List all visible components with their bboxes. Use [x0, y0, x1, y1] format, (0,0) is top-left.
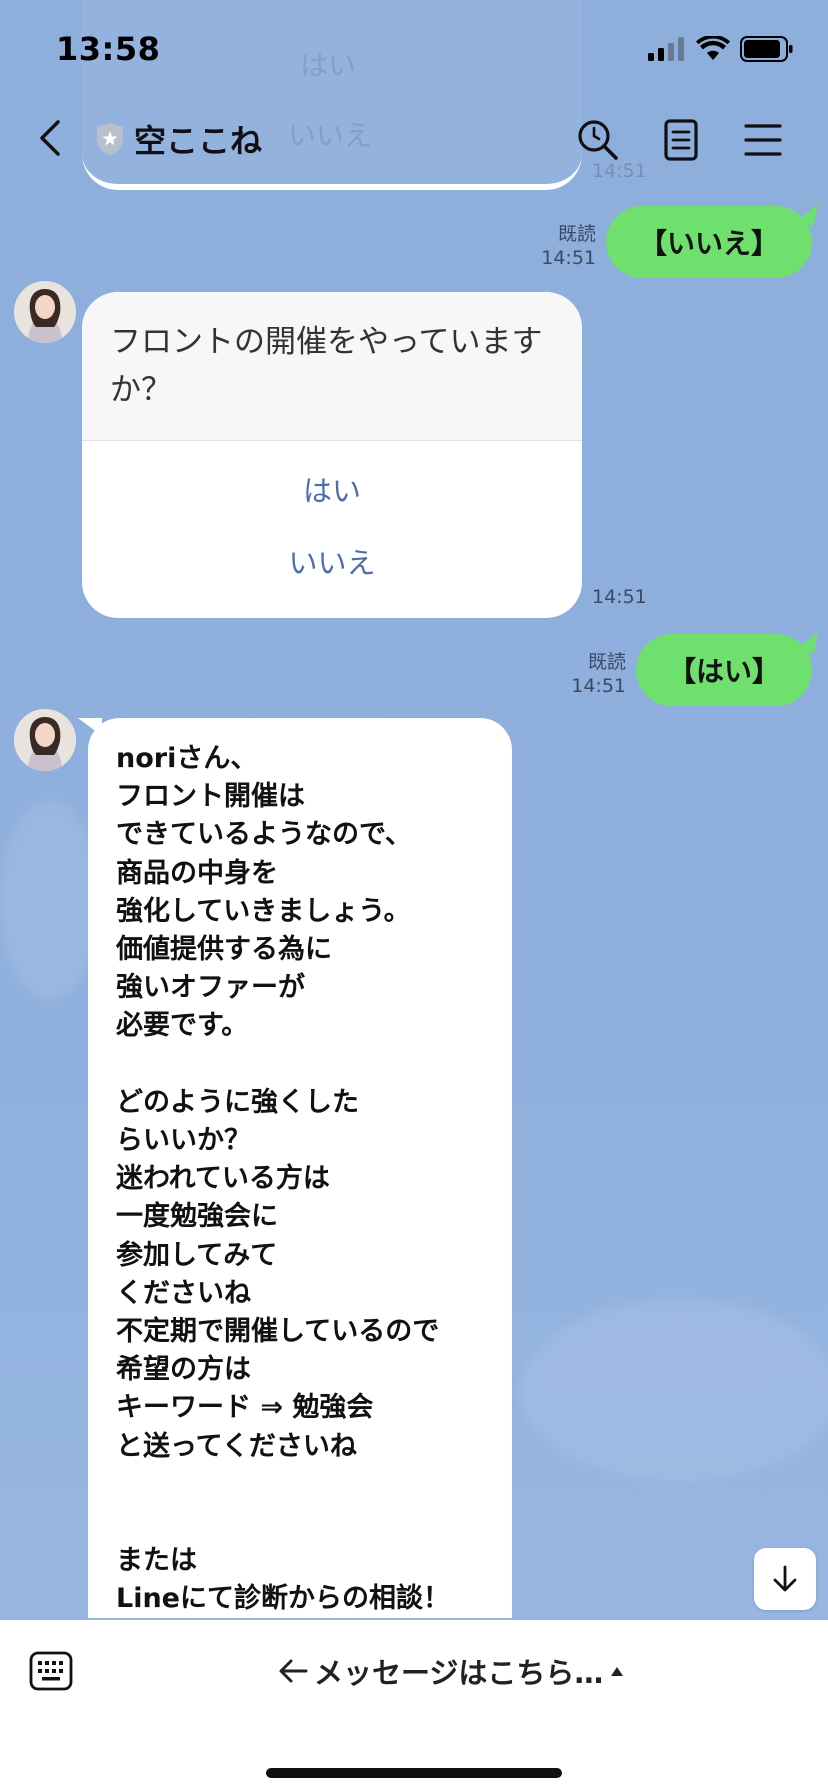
search-icon — [578, 120, 618, 160]
message-text-line: noriさん、 — [116, 743, 258, 774]
outgoing-bubble[interactable]: 【はい】 — [636, 634, 812, 706]
message-text-line: どのように強くした — [116, 1086, 359, 1118]
message-text-line: 迷われている方は — [116, 1163, 330, 1195]
keyboard-button[interactable] — [28, 1648, 74, 1694]
search-button[interactable] — [574, 116, 622, 164]
read-receipt: 既読 — [557, 223, 596, 245]
chat-title: 空ここね — [134, 122, 263, 160]
outgoing-bubble[interactable]: 【いいえ】 — [606, 206, 812, 278]
message-text-line: 価値提供する為に — [116, 934, 332, 966]
message-text-line: らいいか？ — [116, 1125, 251, 1157]
message-text-line: 強いオファーが — [116, 972, 305, 1004]
background-cloud — [0, 800, 100, 1000]
chat-header: 空ここね — [0, 96, 828, 186]
read-receipt: 既読 — [587, 651, 626, 673]
card-question: フロントの開催をやっていますか？ — [82, 292, 582, 441]
message-text: 【いいえ】 — [638, 227, 779, 260]
message-text-line: 不定期で開催しているので — [116, 1316, 440, 1348]
menu-icon — [744, 124, 782, 156]
message-text-line: 希望の方は — [116, 1354, 251, 1386]
home-indicator — [266, 1768, 562, 1778]
message-time: 14:51 — [541, 247, 596, 269]
rich-menu-toggle[interactable]: メッセージはこちら… — [278, 1650, 625, 1692]
rich-menu-label: メッセージはこちら… — [314, 1656, 604, 1690]
avatar-portrait-icon — [14, 709, 76, 771]
message-text-line: 参加してみて — [116, 1239, 278, 1271]
message-text-line: または — [116, 1545, 197, 1577]
back-icon — [40, 120, 60, 156]
chat-title-area[interactable]: 空ここね — [94, 116, 262, 162]
menu-button[interactable] — [740, 116, 788, 164]
message-text-line: と送ってくださいね — [116, 1430, 357, 1462]
bottom-menu-bar: メッセージはこちら… — [0, 1620, 828, 1792]
keyboard-icon — [29, 1651, 73, 1691]
arrow-down-icon — [773, 1565, 797, 1592]
message-text-line: 必要です。 — [116, 1010, 249, 1042]
message-text-line: 一度勉強会に — [116, 1201, 278, 1233]
notes-button[interactable] — [658, 116, 706, 164]
avatar[interactable] — [14, 281, 76, 343]
shield-star-icon — [97, 123, 123, 155]
note-icon — [664, 119, 698, 161]
chat-screen: はい いいえ 14:51 13:58 空ここね 既読 14:51 【いいえ】 フ… — [0, 0, 828, 1792]
message-text-line: できているようなので、 — [116, 819, 412, 851]
signal-icon — [648, 37, 684, 61]
message-text-line — [116, 1046, 484, 1084]
message-time: 14:51 — [571, 675, 626, 697]
wifi-icon — [696, 36, 730, 60]
arrow-left-icon — [279, 1659, 308, 1683]
message-meta: 既読 14:51 — [520, 222, 596, 270]
avatar-portrait-icon — [14, 281, 76, 343]
scroll-to-bottom-button[interactable] — [754, 1548, 816, 1610]
card-option-yes[interactable]: はい — [82, 453, 582, 525]
message-text: 【はい】 — [667, 655, 780, 688]
message-text-line: 商品の中身を — [116, 857, 278, 889]
message-text-line: フロント開催は — [116, 781, 305, 813]
message-text-line: くださいね — [116, 1277, 251, 1309]
incoming-text-bubble[interactable]: noriさん、フロント開催はできているようなので、 商品の中身を強化していきましょ… — [78, 718, 512, 1618]
status-icons — [648, 36, 794, 62]
message-meta: 既読 14:51 — [552, 650, 626, 698]
message-text-line: 強化していきましょう。 — [116, 895, 411, 927]
caret-up-icon — [611, 1667, 624, 1676]
question-card: フロントの開催をやっていますか？ はい いいえ — [82, 292, 582, 618]
message-time: 14:51 — [592, 586, 647, 608]
status-bar: 13:58 — [0, 0, 828, 96]
message-text-line: キーワード ⇒ 勉強会 — [116, 1392, 374, 1424]
message-text-line — [116, 1466, 484, 1504]
back-button[interactable] — [30, 114, 74, 162]
status-time: 13:58 — [56, 30, 161, 68]
background-cloud — [520, 1300, 828, 1480]
card-option-no[interactable]: いいえ — [82, 525, 582, 597]
battery-icon — [740, 36, 793, 62]
message-text-line — [116, 1504, 484, 1542]
message-text-line: Lineにて診断からの相談！ — [116, 1583, 450, 1615]
avatar[interactable] — [14, 709, 76, 771]
